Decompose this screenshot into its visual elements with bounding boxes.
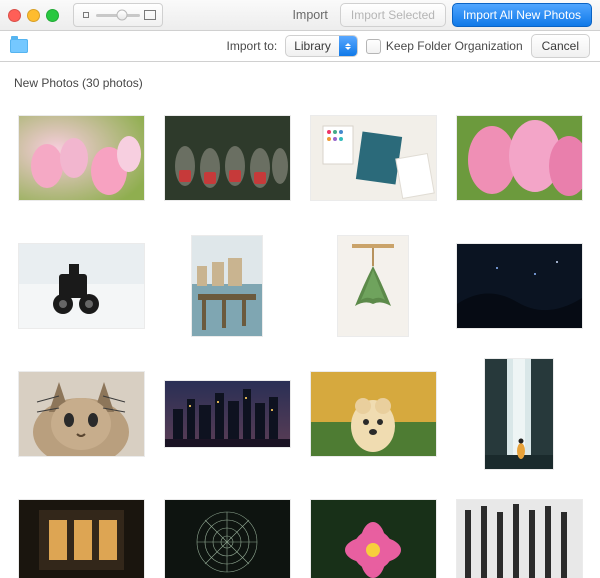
- import-all-button[interactable]: Import All New Photos: [452, 3, 592, 27]
- photo-thumb[interactable]: [160, 108, 294, 208]
- import-content: New Photos (30 photos): [0, 62, 600, 578]
- import-to-label: Import to:: [227, 39, 278, 53]
- photo-thumb[interactable]: [452, 492, 586, 578]
- options-bar: Import to: Library Keep Folder Organizat…: [0, 31, 600, 62]
- slider-knob[interactable]: [117, 10, 128, 21]
- zoom-small-icon: [80, 10, 92, 20]
- photo-thumb[interactable]: [160, 364, 294, 464]
- import-selected-button[interactable]: Import Selected: [340, 3, 446, 27]
- photo-thumb[interactable]: [14, 492, 148, 578]
- photo-thumb[interactable]: [14, 108, 148, 208]
- photo-thumb[interactable]: [160, 492, 294, 578]
- photo-thumb[interactable]: [160, 236, 294, 336]
- photo-thumb[interactable]: [306, 492, 440, 578]
- photo-thumb[interactable]: [452, 236, 586, 336]
- photo-thumb[interactable]: [452, 108, 586, 208]
- keep-folder-organization-checkbox[interactable]: Keep Folder Organization: [366, 39, 523, 54]
- minimize-window-button[interactable]: [27, 9, 40, 22]
- cancel-button[interactable]: Cancel: [531, 34, 590, 58]
- thumbnail-zoom-slider[interactable]: [96, 14, 140, 17]
- window-controls: [8, 9, 59, 22]
- photo-thumb[interactable]: [306, 236, 440, 336]
- new-photos-heading: New Photos (30 photos): [14, 76, 586, 90]
- zoom-large-icon: [144, 10, 156, 20]
- photo-thumb[interactable]: [452, 364, 586, 464]
- photo-thumb[interactable]: [306, 108, 440, 208]
- import-to-select[interactable]: Library: [285, 35, 358, 57]
- close-window-button[interactable]: [8, 9, 21, 22]
- photo-thumb[interactable]: [14, 236, 148, 336]
- keep-folder-organization-label: Keep Folder Organization: [386, 39, 523, 53]
- window-title: Import: [292, 8, 327, 22]
- titlebar: Import Import Selected Import All New Ph…: [0, 0, 600, 31]
- checkbox-box: [366, 39, 381, 54]
- source-folder-icon[interactable]: [10, 39, 28, 53]
- zoom-window-button[interactable]: [46, 9, 59, 22]
- select-stepper-icon: [339, 36, 357, 56]
- import-to-value: Library: [286, 39, 339, 53]
- photo-grid: [14, 108, 586, 578]
- thumbnail-zoom-control[interactable]: [73, 3, 163, 27]
- photo-thumb[interactable]: [14, 364, 148, 464]
- photo-thumb[interactable]: [306, 364, 440, 464]
